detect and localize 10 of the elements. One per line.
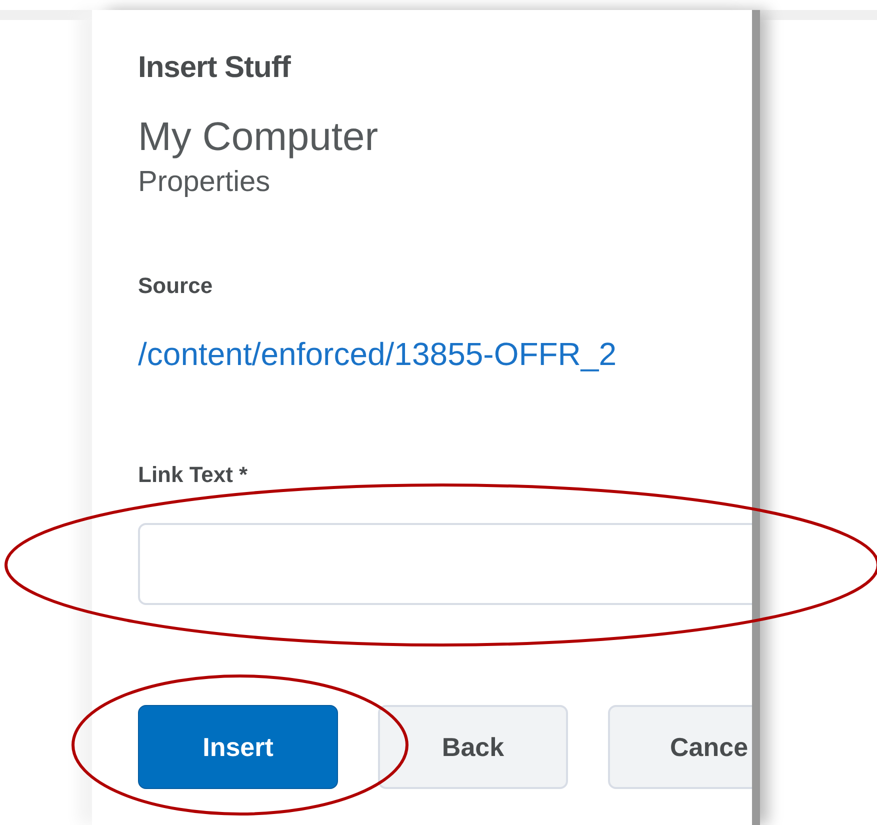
insert-button[interactable]: Insert	[138, 705, 338, 789]
input-field[interactable]	[138, 523, 752, 605]
source-link[interactable]: /content/enforced/13855-OFFR_2	[138, 335, 752, 373]
field-label: Source	[138, 273, 214, 299]
dialog-button[interactable]: Back	[378, 705, 568, 789]
subheading: Properties	[138, 165, 272, 199]
dialog-button[interactable]: Cance	[608, 705, 752, 789]
heading: My Computer	[138, 115, 380, 159]
dialog-title: Insert Stuff	[138, 50, 292, 86]
field-label: Link Text *	[138, 462, 249, 488]
